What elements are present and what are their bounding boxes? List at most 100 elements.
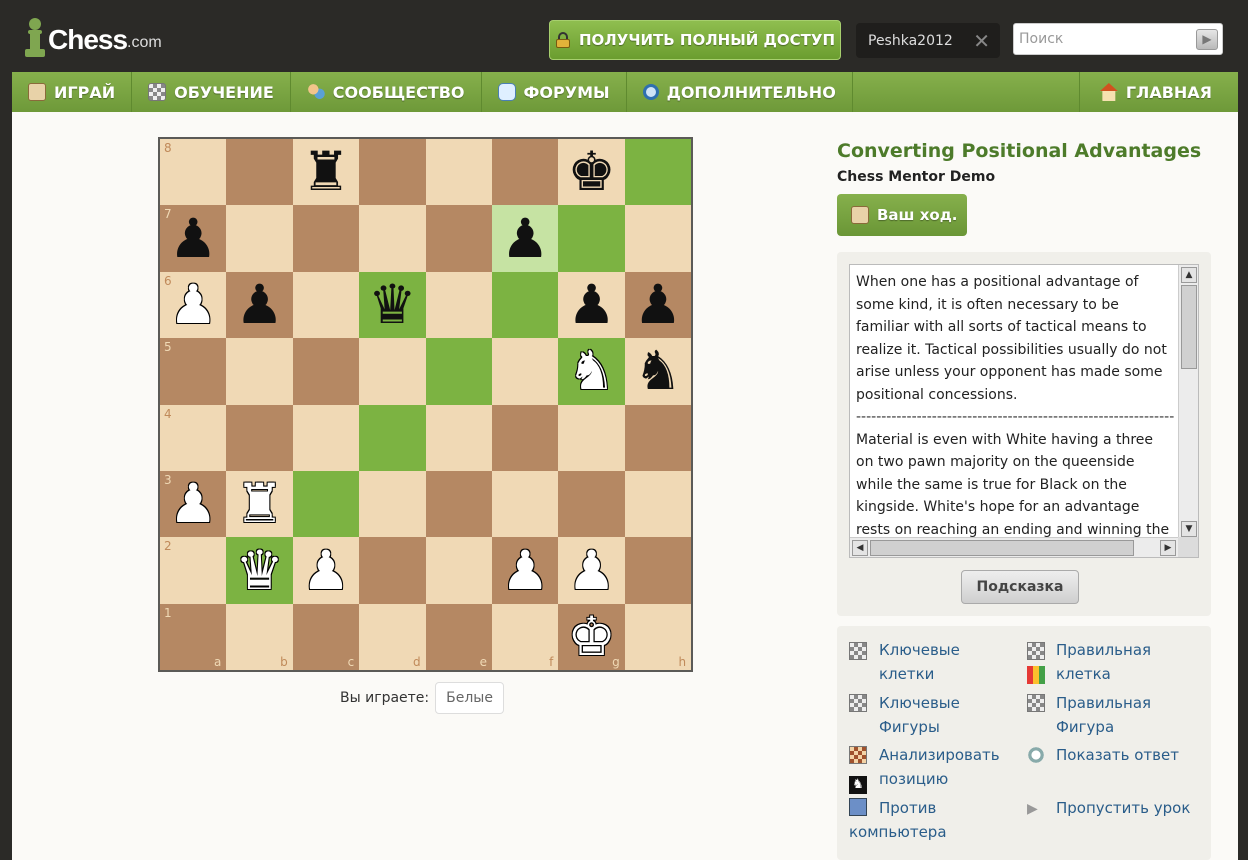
square-b1[interactable]: b xyxy=(226,603,293,671)
square-e2[interactable] xyxy=(425,537,492,604)
square-a1[interactable]: 1a xyxy=(160,603,227,671)
square-b7[interactable] xyxy=(226,205,293,272)
search-go-icon[interactable]: ▶ xyxy=(1196,29,1218,50)
scroll-thumb-horizontal[interactable] xyxy=(870,540,1134,556)
square-a7[interactable]: 7 ♟ xyxy=(160,205,227,272)
black-pawn-icon[interactable]: ♟ xyxy=(169,211,217,266)
square-b6[interactable]: ♟ xyxy=(226,271,293,339)
square-a4[interactable]: 4 xyxy=(160,404,227,471)
square-b3[interactable]: ♜ xyxy=(226,470,293,538)
tool-analyze-position[interactable]: Анализировать позицию xyxy=(879,743,1029,791)
square-h8[interactable] xyxy=(624,139,692,206)
chesscom-logo[interactable]: Chess .com xyxy=(24,14,162,58)
tool-skip-lesson[interactable]: Пропустить урок xyxy=(1056,796,1206,820)
square-h4[interactable] xyxy=(624,404,692,471)
square-f2[interactable]: ♟ xyxy=(491,537,559,604)
square-e5[interactable] xyxy=(425,338,492,405)
white-rook-icon[interactable]: ♜ xyxy=(235,477,283,531)
square-d6[interactable]: ♛ xyxy=(359,271,426,339)
scroll-right-icon[interactable]: ▶ xyxy=(1160,540,1176,556)
square-g3[interactable] xyxy=(558,470,625,538)
tool-correct-square[interactable]: Правильная клетка xyxy=(1056,638,1176,686)
square-e3[interactable] xyxy=(425,470,492,538)
square-a5[interactable]: 5 xyxy=(160,338,227,405)
square-a8[interactable]: 8 xyxy=(160,139,227,206)
square-b2[interactable]: ♛ xyxy=(226,537,293,604)
square-g2[interactable]: ♟ xyxy=(558,537,625,604)
search-input[interactable] xyxy=(1019,25,1189,53)
black-pawn-icon[interactable]: ♟ xyxy=(501,211,549,266)
square-h7[interactable] xyxy=(624,205,692,272)
chess-board[interactable]: 8 ♜ ♚ 7 ♟ ♟ 6 ♟ ♟ ♛ ♟ ♟ 5 ♞ ♞ 4 3 ♟ ♜ 2 ♛ ♟ ♟ ♟ 1 a b c d e f g ♚ h xyxy=(158,137,693,672)
black-queen-icon[interactable]: ♛ xyxy=(368,277,416,332)
black-knight-icon[interactable]: ♞ xyxy=(634,344,682,398)
black-pawn-icon[interactable]: ♟ xyxy=(634,277,682,332)
square-a3[interactable]: 3 ♟ xyxy=(160,470,227,538)
square-d5[interactable] xyxy=(359,338,426,405)
square-f7[interactable]: ♟ xyxy=(491,205,559,272)
square-g6[interactable]: ♟ xyxy=(558,271,625,339)
white-queen-icon[interactable]: ♛ xyxy=(235,543,283,598)
hint-button[interactable]: Подсказка xyxy=(961,570,1079,604)
square-b4[interactable] xyxy=(226,404,293,471)
black-rook-icon[interactable]: ♜ xyxy=(302,145,350,199)
square-c7[interactable] xyxy=(292,205,360,272)
square-g5[interactable]: ♞ xyxy=(558,338,625,405)
tool-key-pieces[interactable]: Ключевые Фигуры xyxy=(879,691,999,739)
white-pawn-icon[interactable]: ♟ xyxy=(302,543,350,598)
square-f4[interactable] xyxy=(491,404,559,471)
square-e8[interactable] xyxy=(425,139,492,206)
nav-item-home[interactable]: ГЛАВНАЯ xyxy=(1078,72,1238,112)
nav-item-learn[interactable]: ОБУЧЕНИЕ xyxy=(132,72,291,112)
square-f1[interactable]: f xyxy=(491,603,559,671)
square-h6[interactable]: ♟ xyxy=(624,271,692,339)
upgrade-button[interactable]: ПОЛУЧИТЬ ПОЛНЫЙ ДОСТУП xyxy=(549,20,841,60)
vertical-scrollbar[interactable]: ▲ ▼ xyxy=(1178,265,1198,539)
square-c2[interactable]: ♟ xyxy=(292,537,360,604)
tool-correct-piece[interactable]: Правильная Фигура xyxy=(1056,691,1176,739)
scroll-down-icon[interactable]: ▼ xyxy=(1181,521,1197,537)
square-f8[interactable] xyxy=(491,139,559,206)
square-d8[interactable] xyxy=(359,139,426,206)
square-h2[interactable] xyxy=(624,537,692,604)
square-d1[interactable]: d xyxy=(359,603,426,671)
square-c1[interactable]: c xyxy=(292,603,360,671)
square-e7[interactable] xyxy=(425,205,492,272)
square-d2[interactable] xyxy=(359,537,426,604)
tool-vs-computer[interactable]: Против компьютера xyxy=(849,796,979,844)
scroll-left-icon[interactable]: ◀ xyxy=(852,540,868,556)
square-a6[interactable]: 6 ♟ xyxy=(160,271,227,339)
white-knight-icon[interactable]: ♞ xyxy=(567,344,615,398)
square-b8[interactable] xyxy=(226,139,293,206)
square-d7[interactable] xyxy=(359,205,426,272)
square-c6[interactable] xyxy=(292,271,360,339)
tool-show-answer[interactable]: Показать ответ xyxy=(1056,743,1196,767)
nav-item-community[interactable]: СООБЩЕСТВО xyxy=(291,72,482,112)
white-king-icon[interactable]: ♚ xyxy=(567,609,615,664)
square-f5[interactable] xyxy=(491,338,559,405)
square-c3[interactable] xyxy=(292,470,360,538)
square-f3[interactable] xyxy=(491,470,559,538)
square-g1[interactable]: g ♚ xyxy=(558,603,625,671)
square-e1[interactable]: e xyxy=(425,603,492,671)
close-icon[interactable]: ✕ xyxy=(973,29,990,53)
nav-item-forums[interactable]: ФОРУМЫ xyxy=(482,72,627,112)
black-pawn-icon[interactable]: ♟ xyxy=(567,277,615,332)
scroll-thumb[interactable] xyxy=(1181,285,1197,369)
nav-item-more[interactable]: ДОПОЛНИТЕЛЬНО xyxy=(627,72,853,112)
square-h3[interactable] xyxy=(624,470,692,538)
square-a2[interactable]: 2 xyxy=(160,537,227,604)
black-king-icon[interactable]: ♚ xyxy=(567,145,615,199)
scroll-up-icon[interactable]: ▲ xyxy=(1181,267,1197,283)
square-g7[interactable] xyxy=(558,205,625,272)
horizontal-scrollbar[interactable]: ◀ ▶ xyxy=(850,537,1178,557)
square-f6[interactable] xyxy=(491,271,559,339)
white-pawn-icon[interactable]: ♟ xyxy=(169,277,217,332)
white-pawn-icon[interactable]: ♟ xyxy=(169,477,217,531)
square-h1[interactable]: h xyxy=(624,603,692,671)
square-c5[interactable] xyxy=(292,338,360,405)
square-c4[interactable] xyxy=(292,404,360,471)
square-g8[interactable]: ♚ xyxy=(558,139,625,206)
square-c8[interactable]: ♜ xyxy=(292,139,360,206)
black-pawn-icon[interactable]: ♟ xyxy=(235,277,283,332)
